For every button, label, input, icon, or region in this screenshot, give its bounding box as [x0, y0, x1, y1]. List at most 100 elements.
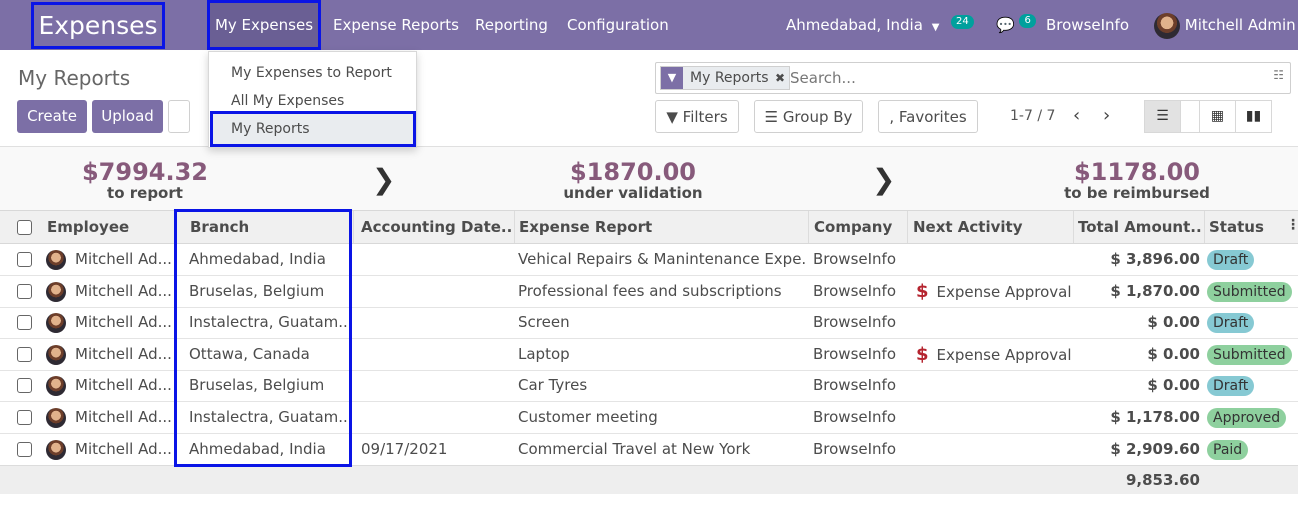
stat-reimbursed-label: to be reimbursed: [1064, 184, 1210, 202]
row-checkbox[interactable]: [17, 442, 32, 457]
status-badge: Submitted: [1207, 282, 1292, 302]
table-row[interactable]: Mitchell Ad... Bruselas, Belgium Professio…: [0, 276, 1298, 308]
company-switcher[interactable]: BrowseInfo: [1046, 0, 1129, 50]
user-menu[interactable]: Mitchell Admin: [1154, 0, 1296, 50]
row-checkbox[interactable]: [17, 347, 32, 362]
cell-company: BrowseInfo: [813, 408, 897, 426]
chevron-right-icon: ❯: [372, 163, 396, 196]
status-badge: Draft: [1207, 250, 1255, 270]
caret-down-icon: ▼: [931, 22, 940, 33]
menu-expense-reports[interactable]: Expense Reports: [333, 0, 459, 50]
messages-menu[interactable]: 💬 6: [996, 0, 1036, 50]
row-checkbox[interactable]: [17, 284, 32, 299]
cell-total-amount: $ 0.00: [1147, 376, 1200, 394]
employee-avatar: [46, 376, 66, 396]
stats-panel: $7994.32 to report ❯ $1870.00 under vali…: [0, 146, 1298, 210]
col-status[interactable]: Status: [1209, 211, 1279, 243]
chevron-right-icon: ❯: [872, 163, 896, 196]
table-row[interactable]: Mitchell Ad... Ahmedabad, India Vehical Re…: [0, 244, 1298, 276]
pager-value: 1-7 / 7: [1010, 108, 1056, 124]
dropdown-item-to-report[interactable]: My Expenses to Report: [231, 65, 392, 81]
dropdown-item-all-my-expenses[interactable]: All My Expenses: [231, 93, 344, 109]
menu-my-expenses[interactable]: My Expenses: [207, 0, 321, 50]
menu-reporting[interactable]: Reporting: [475, 0, 548, 50]
footer-total: 9,853.60: [1125, 471, 1200, 489]
col-accounting-date[interactable]: Accounting Date...: [361, 211, 513, 243]
status-badge: Draft: [1207, 313, 1255, 333]
upload-button[interactable]: Upload: [92, 100, 163, 133]
cell-next-activity[interactable]: $ Expense Approval: [916, 276, 1072, 307]
cell-next-activity[interactable]: $ Expense Approval: [916, 339, 1072, 370]
row-checkbox[interactable]: [17, 378, 32, 393]
facet-label: My Reports: [690, 70, 769, 86]
activity-label: Expense Approval: [936, 283, 1072, 301]
cell-accounting-date: [361, 244, 511, 275]
table-row[interactable]: Mitchell Ad... Ahmedabad, India 09/17/2021…: [0, 434, 1298, 466]
kanban-view-button[interactable]: [1180, 100, 1200, 133]
dollar-icon: $: [916, 344, 929, 365]
create-button[interactable]: Create: [17, 100, 87, 133]
col-next-activity[interactable]: Next Activity: [913, 211, 1071, 243]
graph-view-button[interactable]: ▮▮: [1235, 100, 1272, 133]
dollar-icon: $: [916, 281, 929, 302]
list-view-button[interactable]: ☰: [1144, 100, 1181, 133]
search-input[interactable]: [790, 63, 1250, 93]
groupby-button[interactable]: ☰ Group By: [754, 100, 863, 133]
graph-view-icon: ▮▮: [1245, 108, 1262, 124]
cell-expense-report: Professional fees and subscriptions: [518, 282, 782, 300]
grid-view-icon: ▦: [1210, 108, 1225, 124]
page-title: My Reports: [18, 66, 131, 90]
cell-next-activity: [916, 402, 1072, 433]
table-header: Employee Branch Accounting Date... Expen…: [0, 210, 1298, 244]
cell-branch: Bruselas, Belgium: [189, 376, 325, 394]
cell-employee: Mitchell Ad...: [75, 376, 172, 394]
cell-total-amount: $ 1,870.00: [1110, 282, 1200, 300]
row-checkbox[interactable]: [17, 315, 32, 330]
employee-avatar: [46, 313, 66, 333]
table-row[interactable]: Mitchell Ad... Ottawa, Canada Laptop Browse…: [0, 339, 1298, 371]
stat-reimbursed-amount: $1178.00: [1073, 158, 1200, 186]
employee-avatar: [46, 408, 66, 428]
row-checkbox[interactable]: [17, 252, 32, 267]
cell-company: BrowseInfo: [813, 250, 897, 268]
grid-view-button[interactable]: ▦: [1199, 100, 1236, 133]
cell-company: BrowseInfo: [813, 440, 897, 458]
filters-button[interactable]: ▼ Filters: [655, 100, 739, 133]
dropdown-item-my-reports[interactable]: My Reports: [210, 111, 416, 147]
branch-switcher[interactable]: Ahmedabad, India ▼: [786, 0, 939, 50]
chevron-right-icon[interactable]: ›: [1103, 105, 1110, 126]
search-facet[interactable]: ▼ My Reports ✖: [660, 66, 790, 90]
table-row[interactable]: Mitchell Ad... Bruselas, Belgium Car Tyres…: [0, 370, 1298, 402]
cell-expense-report: Laptop: [518, 345, 570, 363]
cell-total-amount: $ 1,178.00: [1110, 408, 1200, 426]
favorites-button[interactable]: , Favorites: [878, 100, 978, 133]
menu-configuration[interactable]: Configuration: [567, 0, 669, 50]
row-checkbox[interactable]: [17, 410, 32, 425]
extra-action-button[interactable]: [168, 100, 190, 133]
select-all-checkbox[interactable]: [17, 220, 32, 235]
table-row[interactable]: Mitchell Ad... Instalectra, Guatam... Cust…: [0, 402, 1298, 434]
col-company[interactable]: Company: [814, 211, 906, 243]
cell-accounting-date: [361, 339, 511, 370]
chevron-left-icon[interactable]: ‹: [1073, 105, 1080, 126]
close-icon[interactable]: ✖: [775, 67, 785, 89]
column-options-icon[interactable]: ⋮: [1286, 217, 1298, 233]
col-employee[interactable]: Employee: [47, 211, 172, 243]
activity-menu[interactable]: 24: [951, 0, 974, 44]
col-total-amount[interactable]: Total Amount...: [1078, 211, 1202, 243]
cell-expense-report: Commercial Travel at New York: [518, 440, 751, 458]
table-row[interactable]: Mitchell Ad... Instalectra, Guatam... Scre…: [0, 307, 1298, 339]
col-branch[interactable]: Branch: [190, 211, 350, 243]
top-navbar: Expenses My Expenses Expense Reports Rep…: [0, 0, 1298, 50]
stat-to-report-label: to report: [107, 184, 183, 202]
filter-icon: ▼: [661, 67, 683, 89]
stat-validation-amount: $1870.00: [569, 158, 696, 186]
app-name[interactable]: Expenses: [31, 2, 165, 49]
list-view-icon: ☰: [1156, 108, 1169, 124]
cell-total-amount: $ 3,896.00: [1110, 250, 1200, 268]
col-expense-report[interactable]: Expense Report: [519, 211, 807, 243]
toggle-icon[interactable]: ☷: [1273, 68, 1284, 82]
message-badge: 6: [1019, 14, 1036, 28]
cell-employee: Mitchell Ad...: [75, 282, 172, 300]
cell-employee: Mitchell Ad...: [75, 408, 172, 426]
